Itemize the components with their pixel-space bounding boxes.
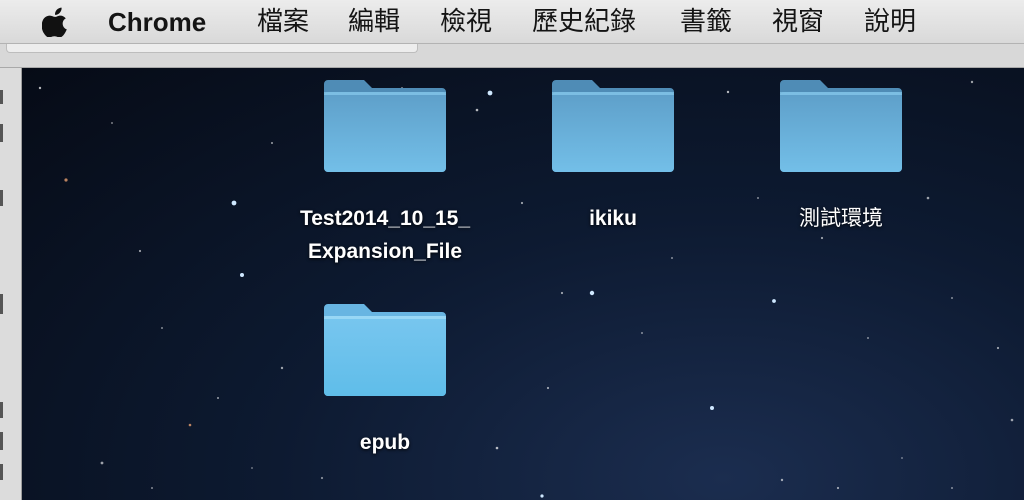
edge-text-fragment <box>0 294 3 314</box>
folder-label: epub <box>359 431 411 454</box>
desktop[interactable]: Test2014_10_15_ Expansion_File ikiku 測試環… <box>22 68 1024 500</box>
menu-bar: Chrome 檔案 編輯 檢視 歷史紀錄 書籤 視窗 說明 <box>0 0 1024 44</box>
menu-bookmarks[interactable]: 書籤 <box>680 4 732 40</box>
folder-label: 測試環境 <box>799 206 883 230</box>
menu-history[interactable]: 歷史紀錄 <box>532 4 636 40</box>
background-window-toolbar[interactable] <box>0 42 1024 68</box>
edge-text-fragment <box>0 90 3 104</box>
folder-icon <box>552 80 674 172</box>
edge-text-fragment <box>0 464 3 480</box>
edge-text-fragment <box>0 402 3 418</box>
folder-epub[interactable]: epub <box>285 300 485 459</box>
edge-text-fragment <box>0 190 3 206</box>
folder-test2014-expansion-file[interactable]: Test2014_10_15_ Expansion_File <box>285 76 485 268</box>
menu-app-chrome[interactable]: Chrome <box>108 4 206 40</box>
folder-label: Test2014_10_15_ Expansion_File <box>299 207 471 263</box>
menu-file[interactable]: 檔案 <box>257 4 309 40</box>
folder-ikiku[interactable]: ikiku <box>513 76 713 235</box>
folder-test-environment[interactable]: 測試環境 <box>741 76 941 235</box>
menu-window[interactable]: 視窗 <box>772 4 824 40</box>
menu-edit[interactable]: 編輯 <box>348 4 400 40</box>
apple-logo-icon[interactable] <box>42 7 70 37</box>
menu-view[interactable]: 檢視 <box>440 4 492 40</box>
folder-icon <box>324 304 446 396</box>
edge-text-fragment <box>0 432 3 450</box>
edge-text-fragment <box>0 124 3 142</box>
background-window-edge[interactable] <box>0 68 22 500</box>
menu-help[interactable]: 說明 <box>864 4 916 40</box>
folder-icon <box>780 80 902 172</box>
folder-label: ikiku <box>589 207 637 230</box>
folder-icon <box>324 80 446 172</box>
